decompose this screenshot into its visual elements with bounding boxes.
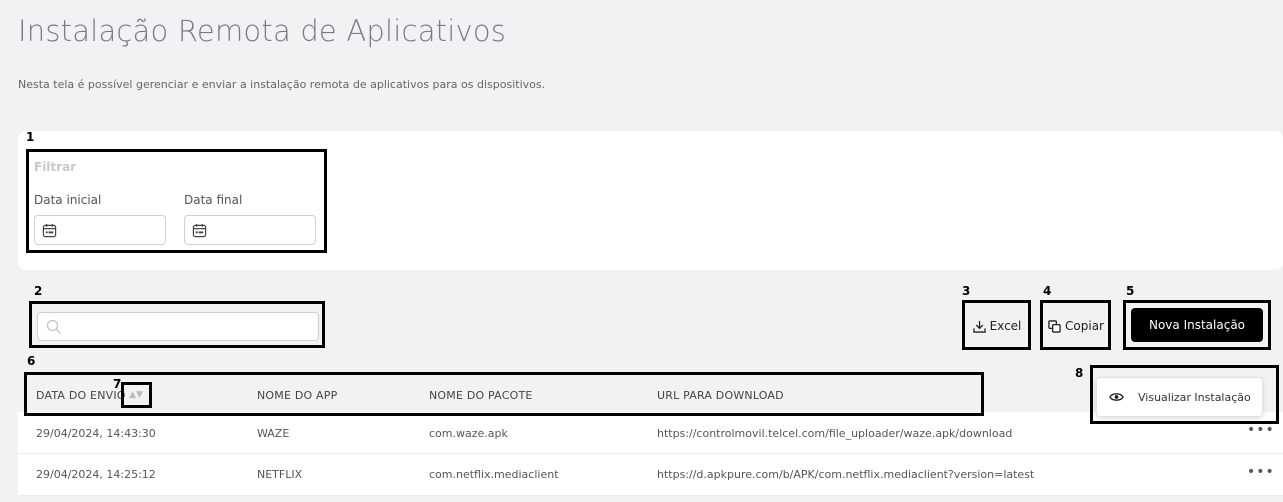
cell-send-date: 29/04/2024, 14:43:30 xyxy=(36,427,156,440)
cell-send-date: 29/04/2024, 14:25:12 xyxy=(36,468,156,481)
annotation-number: 2 xyxy=(34,284,43,298)
annotation-box-excel xyxy=(962,300,1031,350)
annotation-box-header xyxy=(24,372,984,416)
annotation-number: 1 xyxy=(26,130,35,144)
table-row[interactable] xyxy=(18,454,1283,496)
annotation-number: 4 xyxy=(1043,284,1052,298)
annotation-box-view xyxy=(1090,365,1279,424)
cell-download-url: https://controlmovil.telcel.com/file_upl… xyxy=(657,427,1013,440)
page-subtitle: Nesta tela é possível gerenciar e enviar… xyxy=(18,78,546,91)
cell-app-name: WAZE xyxy=(257,427,290,440)
annotation-box-copy xyxy=(1040,300,1111,350)
annotation-number: 5 xyxy=(1126,284,1135,298)
annotation-box-search xyxy=(29,301,325,348)
annotation-box-sort xyxy=(121,382,152,408)
cell-package-name: com.netflix.mediaclient xyxy=(429,468,559,481)
annotation-number: 6 xyxy=(27,354,36,368)
annotation-number: 7 xyxy=(113,377,122,391)
more-icon[interactable]: ••• xyxy=(1247,422,1275,438)
cell-package-name: com.waze.apk xyxy=(429,427,508,440)
page-title: Instalação Remota de Aplicativos xyxy=(18,14,507,48)
annotation-box-filter xyxy=(26,149,327,253)
more-icon[interactable]: ••• xyxy=(1247,464,1275,480)
annotation-box-new xyxy=(1123,300,1271,350)
annotation-number: 3 xyxy=(962,284,971,298)
cell-app-name: NETFLIX xyxy=(257,468,303,481)
cell-download-url: https://d.apkpure.com/b/APK/com.netflix.… xyxy=(657,468,1035,481)
annotation-number: 8 xyxy=(1075,366,1084,380)
